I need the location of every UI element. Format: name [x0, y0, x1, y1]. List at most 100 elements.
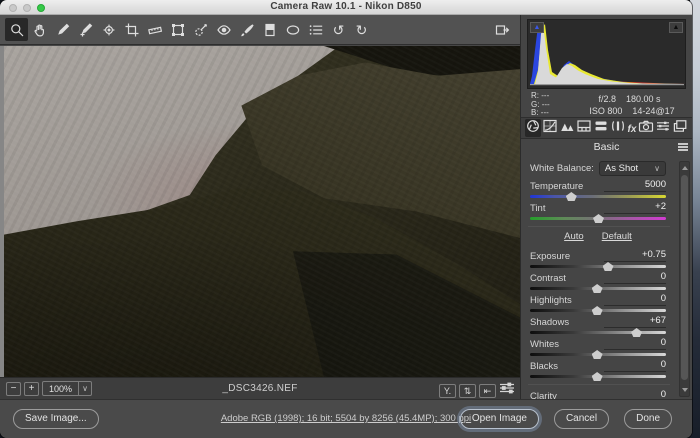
- photo-preview[interactable]: [4, 46, 520, 377]
- blacks-slider-thumb[interactable]: [592, 372, 603, 381]
- panel-scrollbar[interactable]: [679, 161, 690, 397]
- bottom-bar: Save Image... Adobe RGB (1998); 16 bit; …: [0, 399, 692, 438]
- exposure-label: Exposure: [530, 251, 570, 262]
- whites-slider-track[interactable]: [530, 353, 666, 356]
- shadows-value-field[interactable]: +67: [604, 315, 666, 328]
- transform-tool-button[interactable]: [166, 18, 189, 41]
- transform-frame-icon: [170, 22, 186, 38]
- auto-link[interactable]: Auto: [564, 231, 584, 246]
- tab-hsl-grayscale[interactable]: [576, 119, 592, 137]
- rotate-cw-icon: ↻: [356, 23, 368, 37]
- spot-removal-tool-button[interactable]: [189, 18, 212, 41]
- hand-tool-button[interactable]: [28, 18, 51, 41]
- contrast-slider-track[interactable]: [530, 287, 666, 290]
- histogram[interactable]: ▲ ▲: [527, 19, 686, 89]
- highlights-slider-row: Highlights0: [530, 293, 666, 315]
- zoom-tool-button[interactable]: [5, 18, 28, 41]
- exposure-slider-track[interactable]: [530, 265, 666, 268]
- highlights-slider-thumb[interactable]: [592, 306, 603, 315]
- tint-value-field[interactable]: +2: [604, 201, 666, 214]
- fx-icon: fx: [628, 119, 637, 137]
- highlights-value-field[interactable]: 0: [604, 293, 666, 306]
- temperature-value-field[interactable]: 5000: [604, 179, 666, 192]
- photo-texture-overlay: [4, 46, 520, 377]
- preferences-tool-button[interactable]: [304, 18, 327, 41]
- scroll-down-icon[interactable]: [682, 388, 688, 392]
- open-image-button[interactable]: Open Image: [460, 409, 539, 429]
- exposure-slider-thumb[interactable]: [603, 262, 614, 271]
- shadows-slider-track[interactable]: [530, 331, 666, 334]
- window-title: Camera Raw 10.1 - Nikon D850: [0, 1, 692, 12]
- swap-before-after-button[interactable]: ⇅: [459, 384, 476, 398]
- tint-slider-thumb[interactable]: [593, 214, 604, 223]
- hand-icon: [32, 22, 48, 38]
- tab-basic[interactable]: [525, 119, 541, 137]
- tint-label: Tint: [530, 203, 545, 214]
- contrast-slider-thumb[interactable]: [592, 284, 603, 293]
- whites-label: Whites: [530, 339, 559, 350]
- blacks-value-field[interactable]: 0: [604, 359, 666, 372]
- white-balance-tool-button[interactable]: [51, 18, 74, 41]
- whites-slider-thumb[interactable]: [592, 350, 603, 359]
- clarity-label: Clarity: [530, 391, 557, 399]
- tab-effects[interactable]: fx: [627, 119, 637, 137]
- tab-camera-calibration[interactable]: [638, 119, 654, 137]
- tab-snapshots[interactable]: [672, 119, 688, 137]
- scroll-up-icon[interactable]: [682, 166, 688, 170]
- tab-presets[interactable]: [655, 119, 671, 137]
- histogram-plot: [528, 20, 686, 88]
- copy-settings-to-before-button[interactable]: ⇤: [479, 384, 496, 398]
- before-after-views-button[interactable]: Y.: [439, 384, 456, 398]
- shadow-clipping-indicator[interactable]: ▲: [530, 22, 544, 33]
- b-value: ---: [541, 108, 549, 117]
- graduated-filter-icon: [262, 22, 278, 38]
- title-bar[interactable]: Camera Raw 10.1 - Nikon D850: [0, 0, 692, 15]
- highlight-clipping-indicator[interactable]: ▲: [669, 22, 683, 33]
- adjustment-brush-tool-button[interactable]: [235, 18, 258, 41]
- targeted-adjustment-tool-button[interactable]: [97, 18, 120, 41]
- tab-tone-curve[interactable]: [542, 119, 558, 137]
- magnifier-icon: [9, 22, 25, 38]
- color-sampler-tool-button[interactable]: [74, 18, 97, 41]
- whites-value-field[interactable]: 0: [604, 337, 666, 350]
- exposure-value-field[interactable]: +0.75: [604, 249, 666, 262]
- crop-tool-button[interactable]: [120, 18, 143, 41]
- temperature-slider-track[interactable]: [530, 195, 666, 198]
- contrast-value-field[interactable]: 0: [604, 271, 666, 284]
- toggle-fullscreen-button[interactable]: [490, 18, 513, 41]
- tab-detail[interactable]: [559, 119, 575, 137]
- camera-raw-window: Camera Raw 10.1 - Nikon D850 ↺ ↻: [0, 0, 692, 438]
- snapshots-icon: [672, 119, 688, 138]
- exif-readout: R: --- G: --- B: --- f/2.8180.00 s ISO 8…: [521, 89, 692, 117]
- temperature-slider-row: Temperature5000: [530, 179, 666, 201]
- highlights-slider-track[interactable]: [530, 309, 666, 312]
- clarity-value-field[interactable]: 0: [604, 389, 666, 399]
- shadows-slider-thumb[interactable]: [631, 328, 642, 337]
- tab-lens-corrections[interactable]: [610, 119, 626, 137]
- image-canvas[interactable]: [0, 46, 520, 377]
- section-divider: [528, 384, 670, 385]
- exposure-slider-row: Exposure +0.75: [530, 249, 666, 271]
- temperature-slider-thumb[interactable]: [566, 192, 577, 201]
- cancel-button[interactable]: Cancel: [554, 409, 609, 429]
- red-eye-tool-button[interactable]: [212, 18, 235, 41]
- panel-menu-icon[interactable]: [678, 143, 688, 151]
- scrollbar-thumb[interactable]: [681, 175, 688, 380]
- white-balance-select[interactable]: As Shot ∨: [599, 161, 666, 176]
- default-link[interactable]: Default: [602, 231, 632, 246]
- rotate-left-tool-button[interactable]: ↺: [327, 18, 350, 41]
- radial-filter-tool-button[interactable]: [281, 18, 304, 41]
- adjustments-panel: ▲ ▲ R: --- G: --- B: --- f/2.8180.00 s I…: [520, 15, 692, 399]
- tab-split-toning[interactable]: [593, 119, 609, 137]
- graduated-filter-tool-button[interactable]: [258, 18, 281, 41]
- blacks-slider-track[interactable]: [530, 375, 666, 378]
- tint-slider-track[interactable]: [530, 217, 666, 220]
- split-bars-icon: [593, 119, 609, 138]
- rotate-right-tool-button[interactable]: ↻: [350, 18, 373, 41]
- preview-preferences-button[interactable]: [499, 381, 515, 400]
- clarity-slider-row: Clarity 0: [530, 389, 666, 399]
- target-icon: [101, 22, 117, 38]
- screen: Camera Raw 10.1 - Nikon D850 ↺ ↻: [0, 0, 700, 438]
- done-button[interactable]: Done: [624, 409, 672, 429]
- straighten-tool-button[interactable]: [143, 18, 166, 41]
